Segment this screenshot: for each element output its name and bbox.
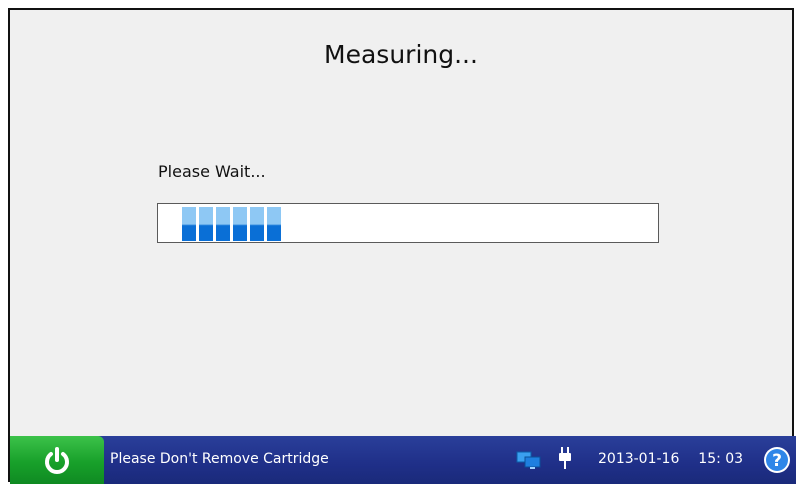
status-bar: Please Don't Remove Cartridge 2013-01-16… xyxy=(10,436,796,484)
time-text: 15: 03 xyxy=(698,451,744,467)
status-message: Please Don't Remove Cartridge xyxy=(110,451,329,467)
progress-segment xyxy=(250,207,264,241)
progress-segment xyxy=(267,207,281,241)
wait-label: Please Wait... xyxy=(158,162,266,181)
plug-icon xyxy=(559,447,571,469)
progress-segment xyxy=(233,207,247,241)
svg-text:?: ? xyxy=(772,451,782,471)
help-icon[interactable]: ? xyxy=(763,446,791,474)
device-screen: Measuring... Please Wait... Please Don't… xyxy=(8,8,796,484)
progress-bar xyxy=(157,203,659,243)
monitor-connection-icon xyxy=(516,451,541,469)
date-text: 2013-01-16 xyxy=(598,451,680,467)
progress-segment xyxy=(182,207,196,241)
power-button[interactable] xyxy=(10,436,104,484)
progress-segment xyxy=(216,207,230,241)
datetime: 2013-01-16 15: 03 xyxy=(598,451,743,467)
progress-segment xyxy=(199,207,213,241)
page-title: Measuring... xyxy=(324,40,478,69)
power-icon xyxy=(45,447,69,474)
